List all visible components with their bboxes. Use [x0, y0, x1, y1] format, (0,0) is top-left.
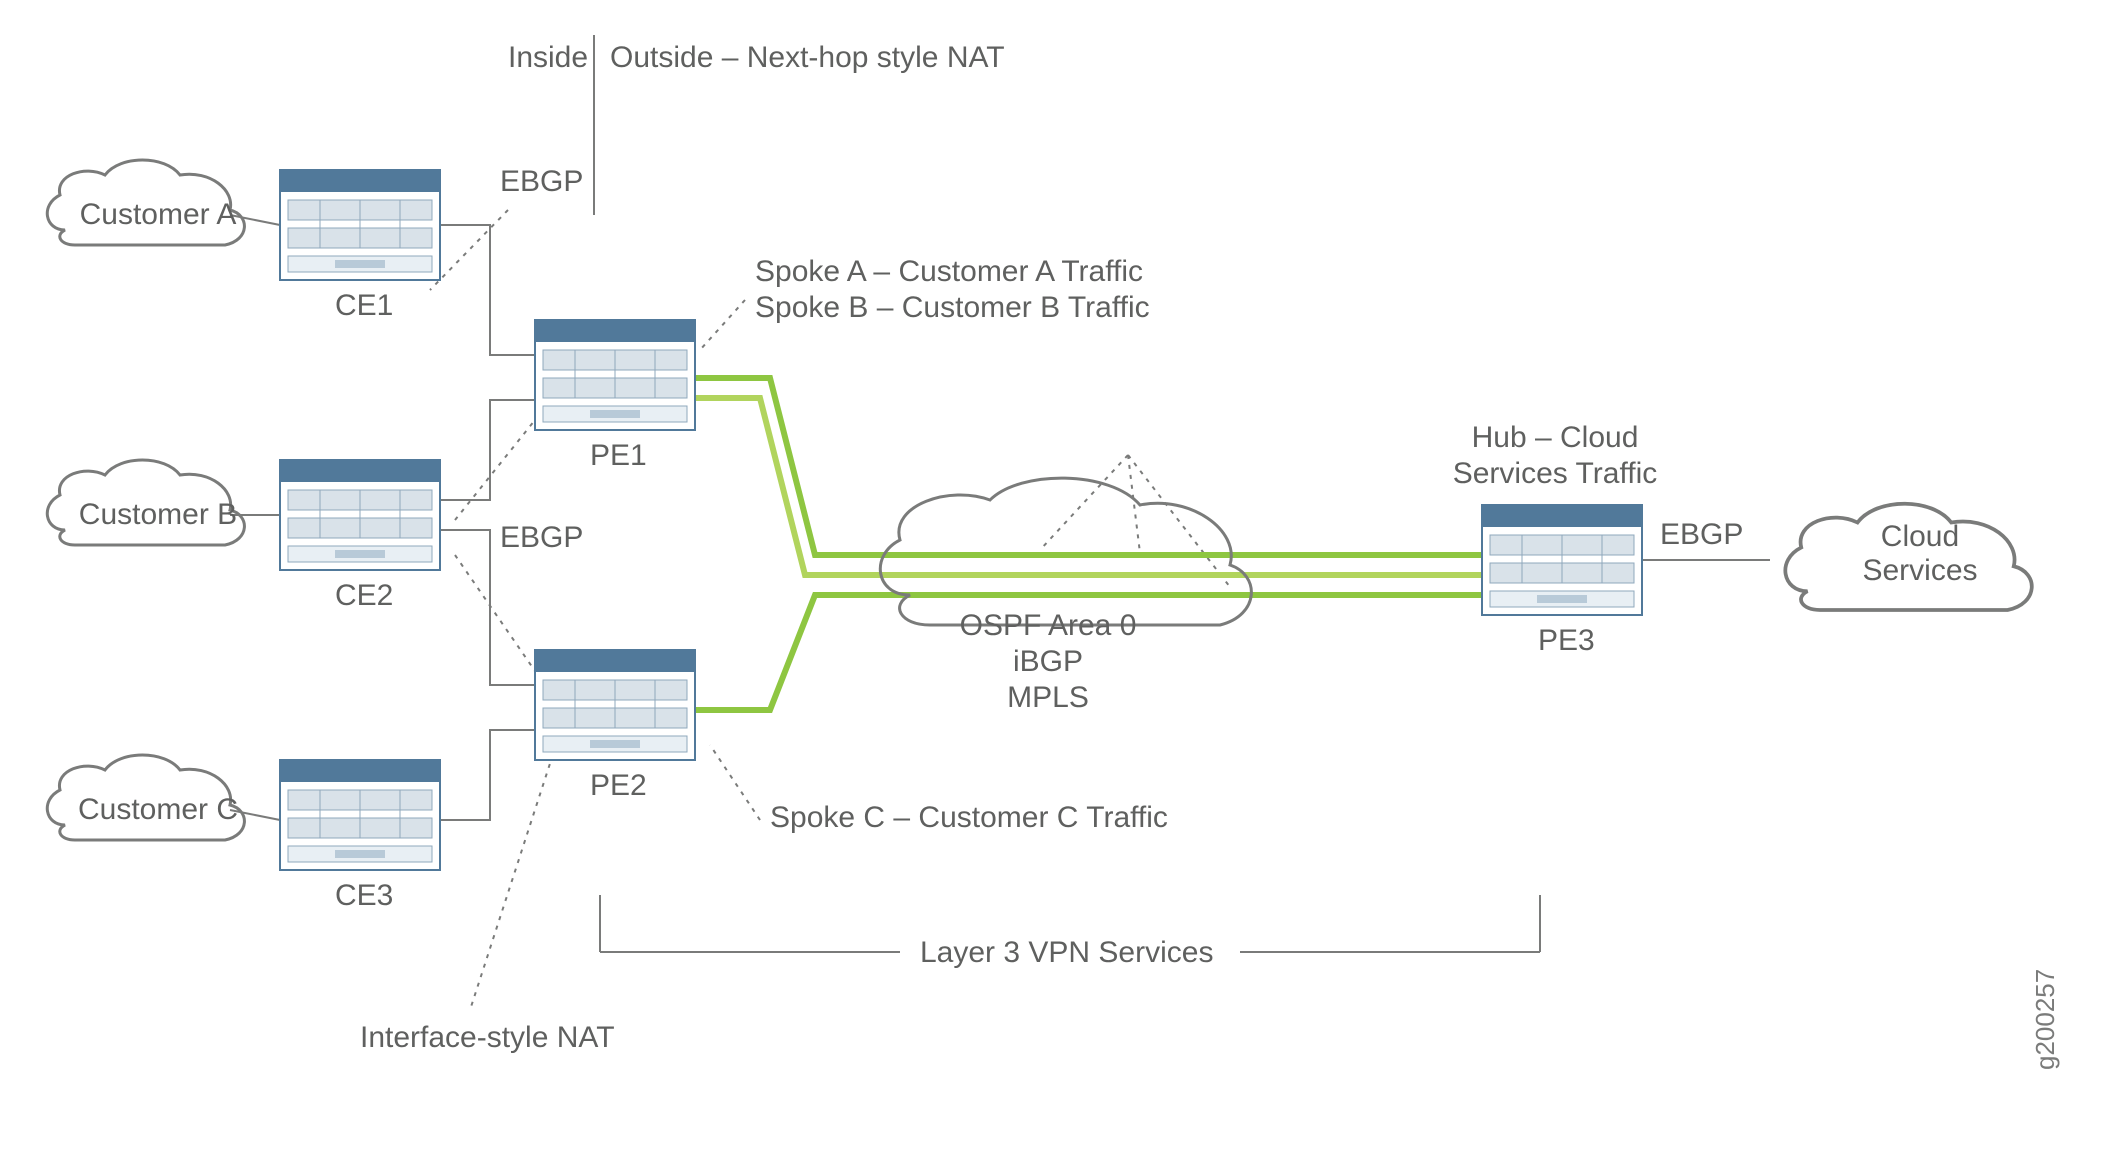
label-pe2: PE2: [590, 768, 647, 804]
label-ospf: OSPF Area 0 iBGP MPLS: [928, 608, 1168, 716]
device-ce1: [280, 170, 440, 280]
device-pe2: [535, 650, 695, 760]
label-ifnat: Interface-style NAT: [360, 1020, 615, 1056]
link-pe1-pe3-b: [695, 398, 1150, 575]
device-pe3: [1482, 505, 1642, 615]
ospf-leader-1: [1040, 455, 1128, 550]
link-ce2-pe1: [440, 400, 535, 500]
ifnat-leader: [470, 745, 556, 1010]
ebgp1-leader: [430, 210, 508, 290]
label-spoke-ab: Spoke A – Customer A Traffic Spoke B – C…: [755, 254, 1150, 326]
label-cloud-a: Customer A: [68, 198, 248, 232]
figure-id: g200257: [2030, 969, 2061, 1070]
link-ce3-pe2: [440, 730, 535, 820]
label-pe1: PE1: [590, 438, 647, 474]
link-pe1-pe3-a: [695, 378, 1482, 555]
device-ce2: [280, 460, 440, 570]
diagram-canvas: Inside Outside – Next-hop style NAT EBGP…: [0, 0, 2101, 1153]
label-ebgp-pe3: EBGP: [1660, 517, 1743, 553]
label-ebgp-ce1-pe1: EBGP: [500, 164, 583, 200]
spokeAB-leader: [700, 300, 745, 350]
label-spoke-c: Spoke C – Customer C Traffic: [770, 800, 1168, 836]
label-cloud-c: Customer C: [68, 793, 248, 827]
link-ce1-pe1: [440, 225, 535, 355]
label-inside: Inside: [508, 40, 583, 76]
label-cloud-services: Cloud Services: [1820, 520, 2020, 588]
diagram-svg: [0, 0, 2101, 1153]
label-pe3: PE3: [1538, 623, 1595, 659]
device-pe1: [535, 320, 695, 430]
label-ce3: CE3: [335, 878, 393, 914]
label-hub: Hub – Cloud Services Traffic: [1440, 420, 1670, 492]
device-ce3: [280, 760, 440, 870]
label-l3vpn: Layer 3 VPN Services: [920, 935, 1213, 971]
cloud-core: [880, 478, 1251, 625]
ospf-leader-3: [1128, 455, 1230, 587]
label-cloud-b: Customer B: [68, 498, 248, 532]
label-ce2: CE2: [335, 578, 393, 614]
label-ce1: CE1: [335, 288, 393, 324]
label-ebgp-ce2: EBGP: [500, 520, 583, 556]
spokeC-leader: [710, 745, 760, 820]
label-outside: Outside – Next-hop style NAT: [610, 40, 1005, 76]
